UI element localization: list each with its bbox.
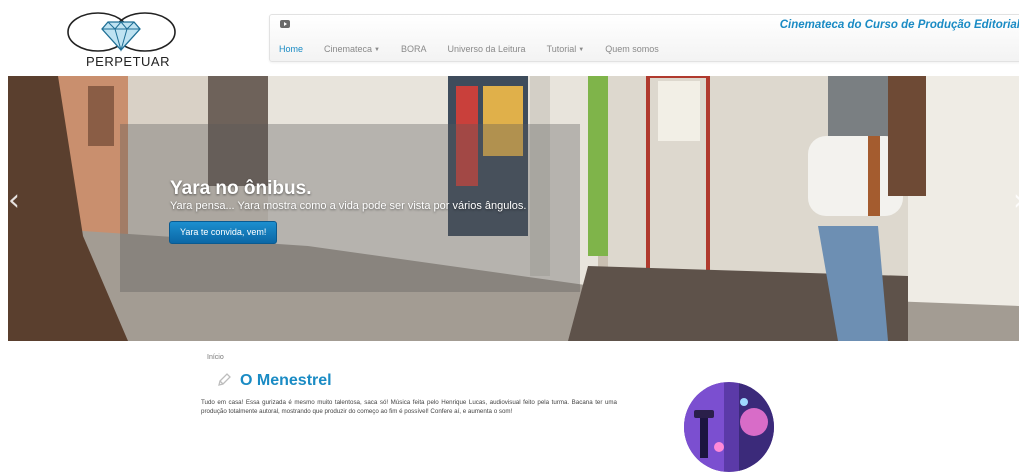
post-thumbnail-image[interactable] (684, 382, 774, 472)
post-excerpt: Tudo em casa! Essa gurizada é mesmo muit… (201, 399, 617, 415)
caret-down-icon: ▼ (578, 47, 585, 53)
site-logo[interactable]: PERPETUAR (64, 10, 179, 74)
top-navbar: Cinemateca do Curso de Produção Editoria… (269, 14, 1019, 62)
logo-text: PERPETUAR (86, 54, 170, 69)
carousel-next-arrow-icon[interactable]: › (1013, 186, 1019, 216)
slide-title: Yara no ônibus. (170, 178, 312, 199)
nav-label: Tutorial (546, 44, 577, 54)
breadcrumb[interactable]: Início (207, 354, 224, 361)
nav-label: Home (279, 44, 304, 54)
diamond-icon (67, 12, 176, 52)
post-title[interactable]: O Menestrel (240, 372, 332, 390)
carousel-prev-arrow-icon[interactable]: ‹ (8, 186, 20, 216)
site-title[interactable]: Cinemateca do Curso de Produção Editoria… (780, 19, 1019, 31)
pencil-icon (218, 373, 231, 386)
main-menu: Home Cinemateca ▼ BORA Universo da Leitur… (279, 44, 680, 54)
nav-item-quem-somos[interactable]: Quem somos (605, 44, 659, 54)
thumbnail-art (684, 382, 774, 472)
slide-cta-button[interactable]: Yara te convida, vem! (169, 221, 278, 244)
nav-item-home[interactable]: Home (279, 44, 303, 54)
caret-down-icon: ▼ (374, 47, 380, 53)
nav-label: Universo da Leitura (447, 44, 526, 54)
hero-carousel: Yara no ônibus. Yara pensa... Yara mostr… (8, 76, 1019, 341)
page: PERPETUAR Cinemateca do Curso de Produçã… (0, 0, 1019, 472)
youtube-icon[interactable] (280, 20, 290, 28)
nav-label: Quem somos (605, 44, 659, 54)
nav-item-bora[interactable]: BORA (401, 44, 427, 54)
nav-label: Cinemateca (324, 44, 373, 54)
slide-subtitle: Yara pensa... Yara mostra como a vida po… (170, 200, 527, 212)
nav-item-universo-da-leitura[interactable]: Universo da Leitura (448, 44, 526, 54)
nav-item-cinemateca[interactable]: Cinemateca ▼ (324, 44, 380, 54)
nav-label: BORA (401, 44, 427, 54)
nav-item-tutorial[interactable]: Tutorial ▼ (547, 44, 585, 54)
